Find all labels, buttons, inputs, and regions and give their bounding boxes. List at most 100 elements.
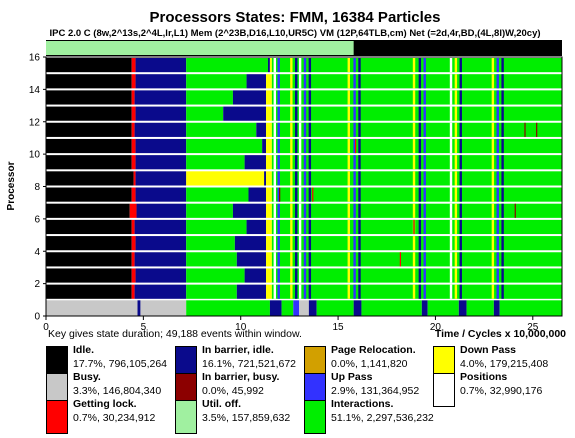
state-segment-barIdle: [135, 58, 187, 73]
state-marker-down: [412, 106, 416, 121]
legend-percent: 16.1%: [202, 358, 232, 370]
state-marker-down: [454, 138, 458, 154]
legend-label: In barrier, busy.: [202, 371, 280, 383]
state-marker-pos: [298, 155, 302, 170]
state-marker-up: [303, 171, 307, 186]
state-marker-barIdle: [358, 90, 361, 105]
state-marker-up: [496, 74, 499, 89]
state-marker-up: [277, 171, 280, 186]
state-marker-barIdle: [358, 171, 361, 186]
legend-note: Key gives state duration; 49,188 events …: [48, 328, 302, 340]
state-marker-barIdle: [358, 74, 361, 89]
state-marker-barIdle: [308, 122, 312, 137]
legend-count: 721,521,672: [237, 358, 297, 370]
state-marker-down: [491, 90, 495, 105]
state-segment-inter: [271, 268, 562, 283]
state-marker-lock: [312, 187, 314, 202]
state-marker-down: [491, 252, 495, 267]
state-marker-down: [491, 236, 495, 251]
state-marker-barIdle: [418, 236, 422, 251]
legend-label: Interactions.: [331, 398, 394, 410]
state-segment-down: [266, 122, 272, 137]
state-marker-barIdle: [459, 106, 462, 121]
chart-subtitle: IPC 2.0 C (8w,2^13s,2^4L,lr,L1) Mem (2^2…: [49, 28, 540, 39]
state-segment-inter: [271, 171, 562, 186]
state-segment-barIdle: [135, 187, 187, 202]
state-segment-lock: [131, 106, 136, 121]
state-marker-up: [277, 284, 280, 299]
state-marker-barIdle: [459, 74, 462, 89]
state-marker-up: [353, 122, 356, 137]
state-marker-up: [303, 90, 307, 105]
state-marker-down: [290, 187, 293, 202]
state-marker-up: [423, 138, 426, 154]
state-marker-down: [491, 155, 495, 170]
state-marker-up: [353, 268, 356, 283]
state-segment-lock: [131, 90, 135, 105]
state-segment-lock: [133, 171, 136, 186]
legend-stats: 0.0%, 45,992: [202, 385, 264, 397]
state-segment-down: [266, 219, 272, 235]
legend-count: 2,297,536,232: [366, 412, 434, 424]
state-marker-down: [412, 187, 416, 202]
state-marker-up: [353, 203, 356, 218]
state-segment-lock: [131, 122, 135, 137]
state-marker-barIdle: [358, 203, 361, 218]
state-marker-barIdle: [295, 171, 298, 186]
util-bar-fill: [46, 41, 354, 55]
state-marker-up: [277, 122, 280, 137]
state-marker-up: [303, 122, 307, 137]
state-segment-barIdle: [262, 138, 267, 154]
state-marker-up: [277, 138, 280, 154]
state-marker-down: [491, 106, 495, 121]
state-marker-down: [491, 58, 495, 73]
state-marker-barIdle: [308, 236, 312, 251]
state-segment-inter: [186, 203, 233, 218]
state-marker-up: [496, 171, 499, 186]
state-marker-pos: [298, 219, 302, 235]
state-marker-up: [277, 155, 280, 170]
state-segment-lock: [131, 155, 136, 170]
state-marker-down: [491, 284, 495, 299]
state-marker-pos: [449, 268, 453, 283]
state-marker-barIdle: [459, 268, 462, 283]
state-marker-up: [423, 268, 426, 283]
state-segment-lock: [131, 138, 136, 154]
state-marker-barIdle: [501, 58, 504, 73]
state-marker-down: [454, 171, 458, 186]
state-marker-barIdle: [459, 122, 462, 137]
legend-count: 157,859,632: [231, 412, 291, 424]
legend-swatch: [433, 373, 455, 407]
state-marker-down: [412, 284, 416, 299]
state-segment-busy: [140, 300, 187, 316]
state-segment-down: [266, 252, 272, 267]
state-marker-pos: [273, 252, 276, 267]
state-segment-idle: [46, 58, 132, 73]
state-segment-barIdle: [136, 203, 187, 218]
legend-count: 131,364,952: [360, 385, 420, 397]
state-segment-idle: [46, 268, 132, 283]
legend-label: Positions: [460, 371, 508, 383]
state-marker-up: [423, 203, 426, 218]
state-marker-up: [277, 236, 280, 251]
state-marker-up: [423, 171, 426, 186]
state-segment-busy: [299, 300, 309, 316]
state-marker-up: [423, 252, 426, 267]
state-marker-barIdle: [295, 268, 298, 283]
legend-label: Idle.: [73, 344, 95, 356]
state-marker-pos: [449, 187, 453, 202]
state-marker-down: [491, 122, 495, 137]
legend-label: Up Pass: [331, 371, 373, 383]
state-marker-pos: [449, 122, 453, 137]
legend-item-inter: Interactions. 51.1%, 2,297,536,232: [304, 398, 434, 438]
state-marker-down: [412, 58, 416, 73]
state-segment-lock: [131, 236, 136, 251]
state-marker-up: [423, 187, 426, 202]
y-tick-label: 10: [29, 150, 41, 161]
state-marker-down: [347, 219, 350, 235]
state-marker-barIdle: [308, 58, 312, 73]
state-marker-up: [496, 236, 499, 251]
state-marker-barIdle: [418, 284, 422, 299]
state-marker-lock: [399, 252, 401, 267]
state-segment-barIdle: [244, 268, 267, 283]
